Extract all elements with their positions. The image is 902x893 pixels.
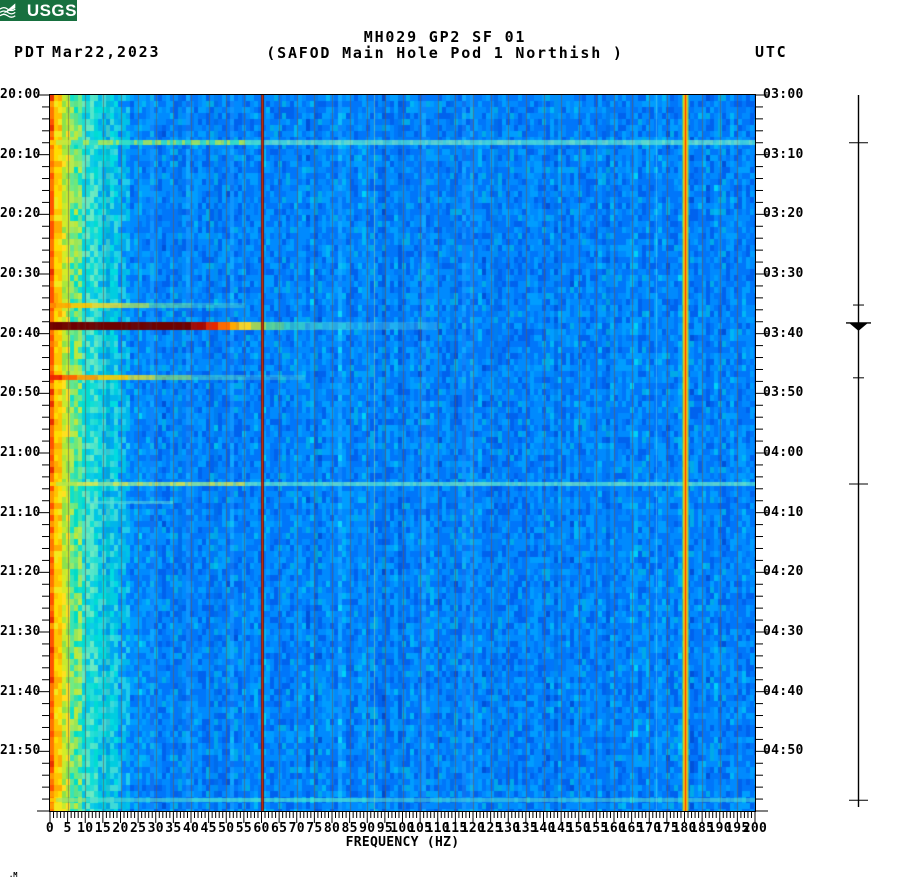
spectrogram-heatmap: [50, 95, 755, 811]
usgs-logo: USGS: [0, 0, 77, 21]
frequency-axis-title: FREQUENCY (HZ): [345, 835, 460, 850]
left-axis-label: 21:40: [0, 683, 41, 699]
corner-mark: .M: [9, 871, 18, 879]
left-axis-label: 20:20: [0, 206, 41, 222]
right-axis-label: 03:00: [763, 87, 804, 102]
right-axis-label: 03:50: [763, 385, 804, 401]
right-axis-label: 03:30: [763, 266, 804, 281]
left-axis-label: 20:10: [0, 146, 41, 162]
left-axis-label: 20:30: [0, 266, 41, 281]
right-axis-label: 04:00: [763, 445, 804, 460]
right-axis-label: 03:40: [763, 325, 804, 341]
frequency-tick-label: 200: [742, 821, 768, 836]
left-axis-label: 20:40: [0, 325, 41, 341]
timezone-right-label: UTC: [755, 43, 788, 61]
spectrogram-page: USGS PDT Mar22,2023 MH029 GP2 SF 01 (SAF…: [0, 0, 902, 893]
left-axis-label: 21:30: [0, 624, 41, 639]
left-axis-label: 21:20: [0, 564, 41, 580]
right-axis-label: 04:50: [763, 743, 804, 759]
right-axis-label: 04:40: [763, 683, 804, 699]
right-axis-label: 03:10: [763, 146, 804, 162]
left-axis-label: 20:50: [0, 385, 41, 401]
usgs-wave-icon: [0, 3, 16, 18]
right-axis-label: 04:30: [763, 624, 804, 639]
left-axis-label: 21:00: [0, 445, 41, 460]
left-axis-label: 21:50: [0, 743, 41, 759]
left-axis-label: 20:00: [0, 87, 41, 102]
right-axis-label: 03:20: [763, 206, 804, 222]
station-title: MH029 GP2 SF 01: [363, 28, 527, 46]
right-axis-label: 04:20: [763, 564, 804, 580]
right-axis-label: 04:10: [763, 504, 804, 520]
left-axis-label: 21:10: [0, 504, 41, 520]
usgs-logo-text: USGS: [26, 1, 77, 20]
